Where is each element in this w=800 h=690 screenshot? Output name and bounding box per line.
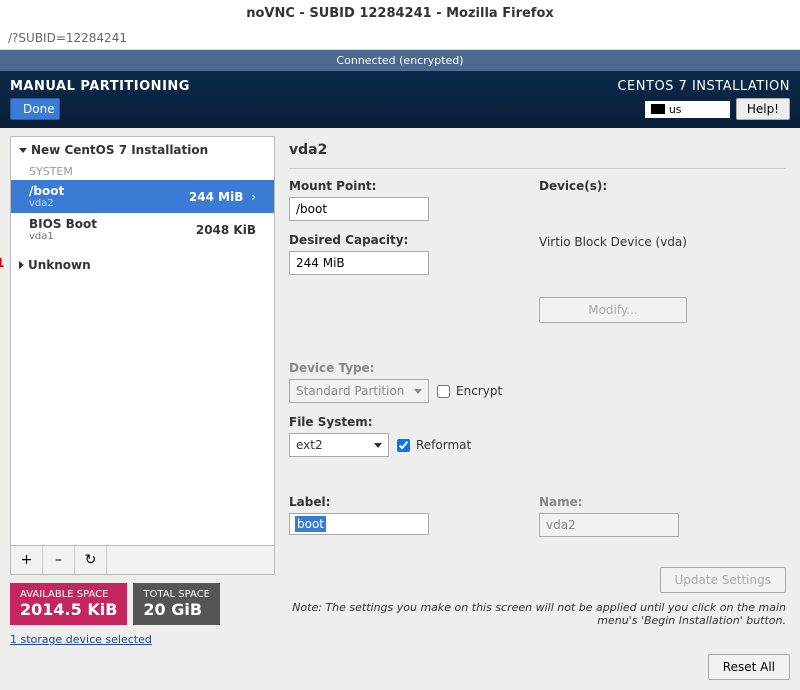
detail-title: vda2 [289, 136, 786, 169]
keyboard-layout-value: us [669, 103, 682, 116]
label-label: Label: [289, 495, 509, 509]
partition-device: vda2 [29, 198, 64, 209]
device-type-value: Standard Partition [296, 384, 404, 398]
reformat-label: Reformat [416, 438, 471, 452]
page-title: MANUAL PARTITIONING [10, 79, 190, 94]
settings-note: Note: The settings you make on this scre… [289, 601, 786, 627]
partition-item-biosboot[interactable]: BIOS Boot vda1 2048 KiB [11, 213, 274, 246]
chevron-right-icon: › [251, 190, 256, 204]
storage-devices-link[interactable]: 1 storage device selected [10, 633, 275, 646]
help-button[interactable]: Help! [736, 98, 790, 120]
available-space-box: AVAILABLE SPACE 2014.5 KiB [10, 583, 127, 625]
done-button[interactable]: Done [10, 98, 60, 120]
mount-point-label: Mount Point: [289, 179, 509, 193]
label-value: boot [295, 516, 326, 532]
name-label: Name: [539, 495, 679, 509]
partition-size: 2048 KiB [196, 223, 256, 237]
available-space-value: 2014.5 KiB [20, 600, 117, 619]
vnc-status: Connected (encrypted) [0, 50, 800, 71]
filesystem-label: File System: [289, 415, 502, 429]
filesystem-value: ext2 [296, 438, 323, 452]
header-bar: MANUAL PARTITIONING Done CENTOS 7 INSTAL… [0, 71, 800, 128]
total-space-box: TOTAL SPACE 20 GiB [133, 583, 220, 625]
partition-tree: New CentOS 7 Installation SYSTEM /boot v… [10, 136, 275, 546]
install-title: CENTOS 7 INSTALLATION [617, 79, 790, 94]
encrypt-label: Encrypt [456, 384, 502, 398]
label-input[interactable]: boot [289, 513, 429, 535]
add-partition-button[interactable]: + [11, 546, 43, 574]
available-space-label: AVAILABLE SPACE [20, 589, 117, 600]
partition-name: /boot [29, 184, 64, 198]
tree-toolbar: + – ↻ [10, 546, 275, 575]
tree-section-system: SYSTEM [11, 163, 274, 180]
tree-root-label: New CentOS 7 Installation [31, 143, 208, 157]
mount-point-input[interactable] [289, 197, 429, 221]
name-input [539, 513, 679, 537]
error-marker: 1 [0, 256, 4, 270]
total-space-label: TOTAL SPACE [143, 589, 210, 600]
device-type-select[interactable]: Standard Partition [289, 379, 429, 403]
reformat-checkbox[interactable] [397, 439, 410, 452]
filesystem-select[interactable]: ext2 [289, 433, 389, 457]
total-space-value: 20 GiB [143, 600, 210, 619]
collapse-icon [19, 148, 27, 153]
partition-size: 244 MiB [189, 190, 243, 204]
reset-all-button[interactable]: Reset All [708, 654, 790, 680]
capacity-input[interactable] [289, 251, 429, 275]
keyboard-layout-selector[interactable]: us [645, 101, 730, 118]
devices-text: Virtio Block Device (vda) [539, 235, 687, 249]
keyboard-icon [651, 104, 665, 114]
reload-button[interactable]: ↻ [75, 546, 107, 574]
update-settings-button[interactable]: Update Settings [660, 567, 787, 593]
browser-title: noVNC - SUBID 12284241 - Mozilla Firefox [0, 0, 800, 27]
tree-root[interactable]: New CentOS 7 Installation [11, 137, 274, 163]
encrypt-checkbox[interactable] [437, 385, 450, 398]
partition-name: BIOS Boot [29, 217, 97, 231]
expand-icon [19, 261, 24, 269]
tree-unknown-label: Unknown [28, 258, 91, 272]
partition-device: vda1 [29, 231, 97, 242]
dropdown-icon [374, 443, 382, 448]
remove-partition-button[interactable]: – [43, 546, 75, 574]
tree-unknown[interactable]: Unknown [11, 252, 274, 278]
devices-label: Device(s): [539, 179, 687, 193]
modify-button[interactable]: Modify... [539, 297, 687, 323]
url-bar[interactable]: /?SUBID=12284241 [0, 27, 800, 50]
capacity-label: Desired Capacity: [289, 233, 509, 247]
device-type-label: Device Type: [289, 361, 502, 375]
partition-item-boot[interactable]: /boot vda2 244 MiB › [11, 180, 274, 213]
dropdown-icon [414, 389, 422, 394]
